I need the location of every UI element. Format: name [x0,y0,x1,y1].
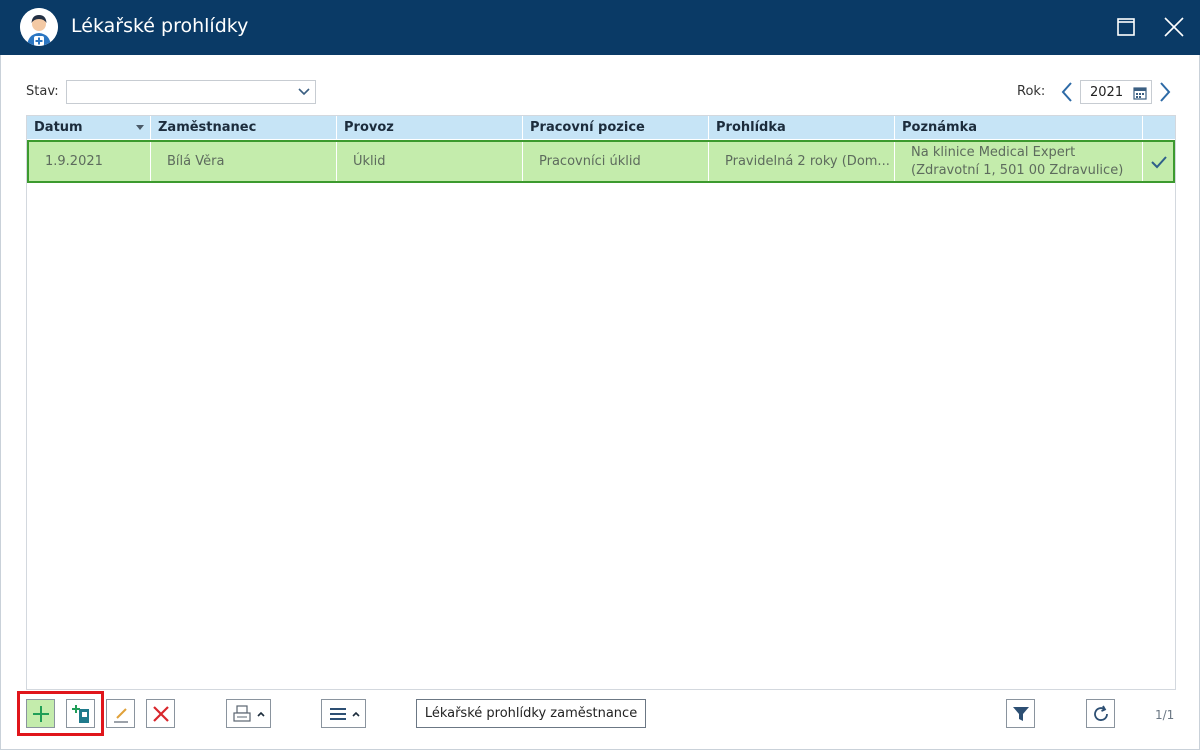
column-header-provoz[interactable]: Provoz [337,116,523,139]
pager-label: 1/1 [1155,708,1175,722]
close-icon [1164,17,1184,37]
year-value: 2021 [1090,85,1124,100]
column-header-prohlidka[interactable]: Prohlídka [709,116,895,139]
refresh-button[interactable] [1086,699,1115,728]
column-header-label: Zaměstnanec [158,120,257,135]
menu-button[interactable] [321,699,366,728]
cell-datum: 1.9.2021 [29,142,151,181]
chevron-left-icon [1061,82,1072,102]
chevron-right-icon [1160,82,1171,102]
column-header-pozice[interactable]: Pracovní pozice [523,116,709,139]
column-header-zamestnanec[interactable]: Zaměstnanec [151,116,337,139]
chevron-down-icon [298,88,310,96]
year-input[interactable]: 2021 [1080,80,1152,104]
column-header-label: Pracovní pozice [530,120,645,135]
menu-icon [329,707,360,720]
cell-zamestnanec: Bílá Věra [151,142,337,181]
sort-desc-icon [136,125,144,130]
calendar-icon[interactable] [1133,86,1147,100]
cell-pozice: Pracovníci úklid [523,142,709,181]
column-header-status [1143,116,1175,139]
maximize-button[interactable] [1111,12,1141,42]
column-header-label: Prohlídka [716,120,786,135]
delete-icon [152,705,169,722]
grid-header: Datum Zaměstnanec Provoz Pracovní pozice… [27,116,1175,139]
column-header-label: Provoz [344,120,394,135]
title-bar: Lékařské prohlídky [0,0,1200,55]
cell-prohlidka: Pravidelná 2 roky (Dom... [709,142,895,181]
rok-label: Rok: [1017,84,1046,99]
table-row[interactable]: 1.9.2021 Bílá Věra Úklid Pracovníci úkli… [27,140,1175,183]
cell-poznamka: Na klinice Medical Expert (Zdravotní 1, … [895,142,1143,181]
delete-button[interactable] [146,699,175,728]
column-header-label: Poznámka [902,120,978,135]
filter-button[interactable] [1006,699,1035,728]
edit-icon [113,707,128,723]
stav-select[interactable] [66,80,316,104]
window-title: Lékařské prohlídky [71,15,249,37]
refresh-icon [1093,705,1108,721]
filter-icon [1012,706,1029,721]
copy-add-button[interactable] [66,699,95,728]
exams-grid: Datum Zaměstnanec Provoz Pracovní pozice… [26,115,1176,690]
print-icon [232,704,265,722]
add-button[interactable] [26,699,55,728]
print-button[interactable] [226,699,271,728]
close-button[interactable] [1159,12,1189,42]
employee-exams-button[interactable]: Lékařské prohlídky zaměstnance [416,699,646,728]
year-prev-button[interactable] [1058,80,1076,104]
checkmark-icon [1143,142,1175,181]
column-header-poznamka[interactable]: Poznámka [895,116,1143,139]
column-header-label: Datum [34,120,83,135]
cell-provoz: Úklid [337,142,523,181]
copy-add-icon [71,704,89,723]
doctor-avatar-icon [20,8,58,46]
maximize-icon [1117,18,1135,36]
column-header-datum[interactable]: Datum [27,116,151,139]
stav-label: Stav: [26,84,59,99]
edit-button[interactable] [106,699,135,728]
year-next-button[interactable] [1156,80,1174,104]
add-icon [32,705,49,722]
